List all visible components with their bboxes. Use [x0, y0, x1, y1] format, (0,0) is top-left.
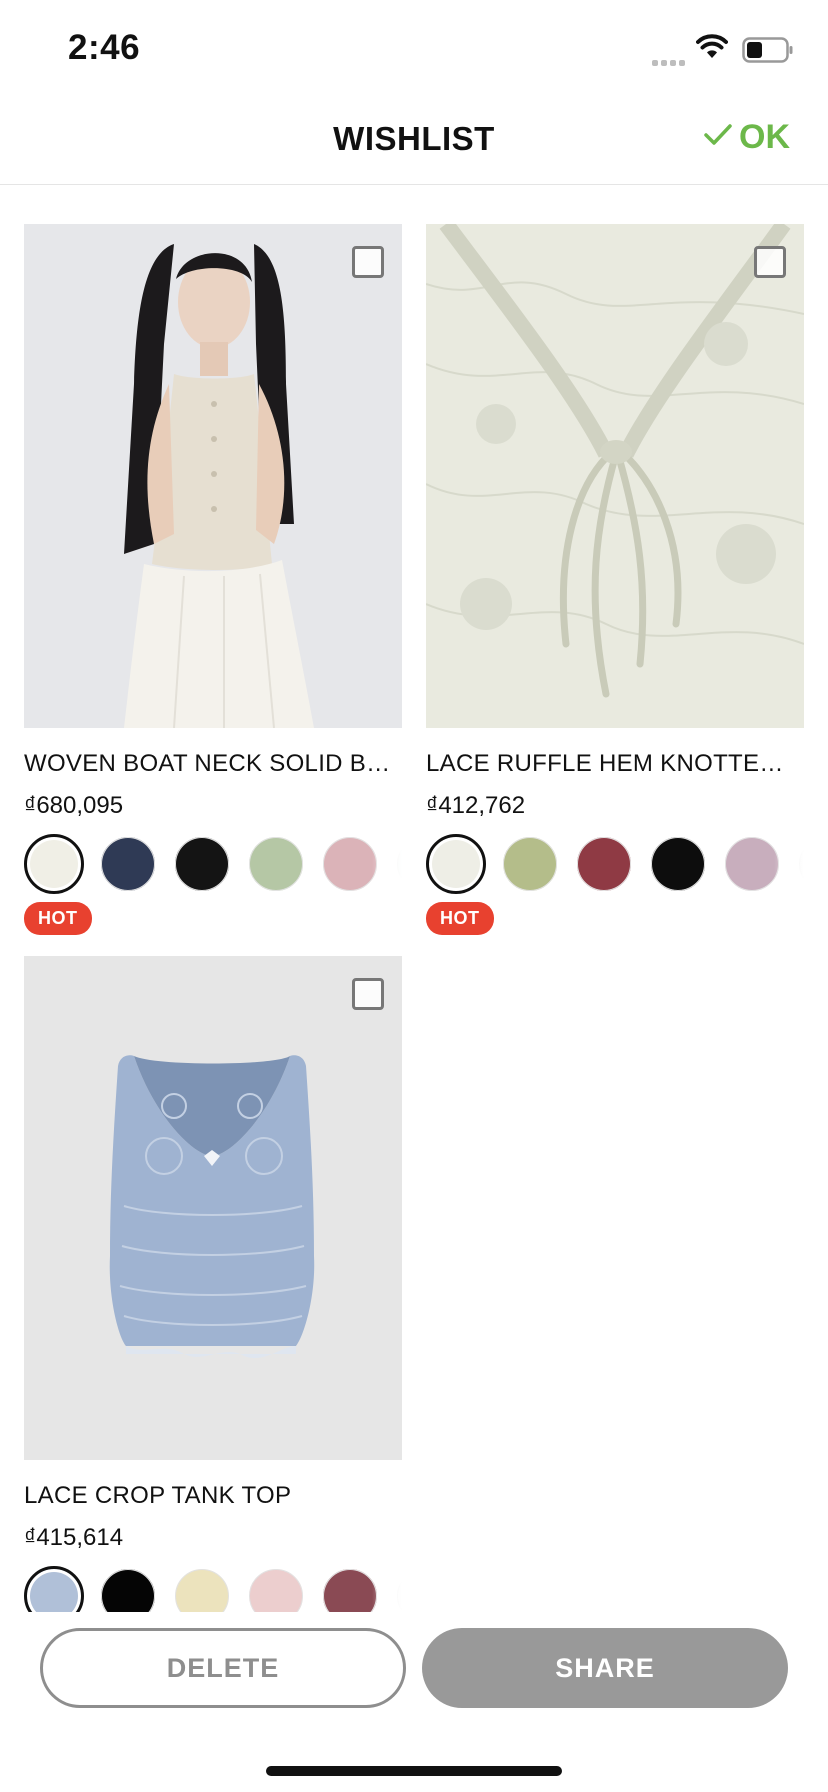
bottom-action-bar: DELETE SHARE [0, 1612, 828, 1792]
product-price: ₫412,762 [426, 792, 526, 819]
battery-icon [742, 37, 794, 68]
status-time: 2:46 [68, 28, 141, 67]
product-card[interactable]: LACE RUFFLE HEM KNOTTED... ₫412,762 HOT [426, 224, 804, 935]
lace-crop-tank-top-icon [24, 956, 402, 1460]
color-swatch[interactable] [426, 834, 486, 894]
hot-badge: HOT [24, 902, 92, 935]
product-name[interactable]: WOVEN BOAT NECK SOLID BU... [24, 750, 394, 778]
color-swatch[interactable] [574, 834, 634, 894]
color-swatch[interactable] [172, 834, 232, 894]
color-swatches [24, 834, 402, 894]
home-indicator[interactable] [266, 1766, 562, 1776]
delete-button[interactable]: DELETE [40, 1628, 406, 1708]
ok-label: OK [739, 118, 790, 156]
lace-knotted-top-closeup-icon [426, 224, 804, 728]
product-price: ₫680,095 [24, 792, 124, 819]
product-card[interactable]: LACE CROP TANK TOP ₫415,614 [24, 956, 402, 1626]
product-name[interactable]: LACE CROP TANK TOP [24, 1482, 394, 1510]
product-name[interactable]: LACE RUFFLE HEM KNOTTED... [426, 750, 796, 778]
color-swatch[interactable] [24, 834, 84, 894]
product-card[interactable]: WOVEN BOAT NECK SOLID BU... ₫680,095 HOT [24, 224, 402, 935]
checkmark-icon [703, 118, 733, 157]
wifi-icon [696, 34, 728, 65]
product-image[interactable] [24, 224, 402, 728]
color-swatch[interactable] [648, 834, 708, 894]
model-sleeveless-button-vest-icon [24, 224, 402, 728]
select-checkbox[interactable] [352, 246, 384, 278]
color-swatch[interactable] [500, 834, 560, 894]
signal-icon [652, 53, 688, 71]
color-swatch[interactable] [320, 834, 380, 894]
select-checkbox[interactable] [352, 978, 384, 1010]
color-swatches [426, 834, 804, 894]
color-swatch[interactable] [246, 834, 306, 894]
status-bar: 2:46 [0, 0, 828, 100]
ok-button[interactable]: OK [703, 118, 790, 157]
color-swatch[interactable] [98, 834, 158, 894]
select-checkbox[interactable] [754, 246, 786, 278]
navigation-bar: WISHLIST OK [0, 96, 828, 185]
product-image[interactable] [426, 224, 804, 728]
share-button[interactable]: SHARE [422, 1628, 788, 1708]
color-swatch[interactable] [722, 834, 782, 894]
hot-badge: HOT [426, 902, 494, 935]
product-price: ₫415,614 [24, 1524, 124, 1551]
product-image[interactable] [24, 956, 402, 1460]
